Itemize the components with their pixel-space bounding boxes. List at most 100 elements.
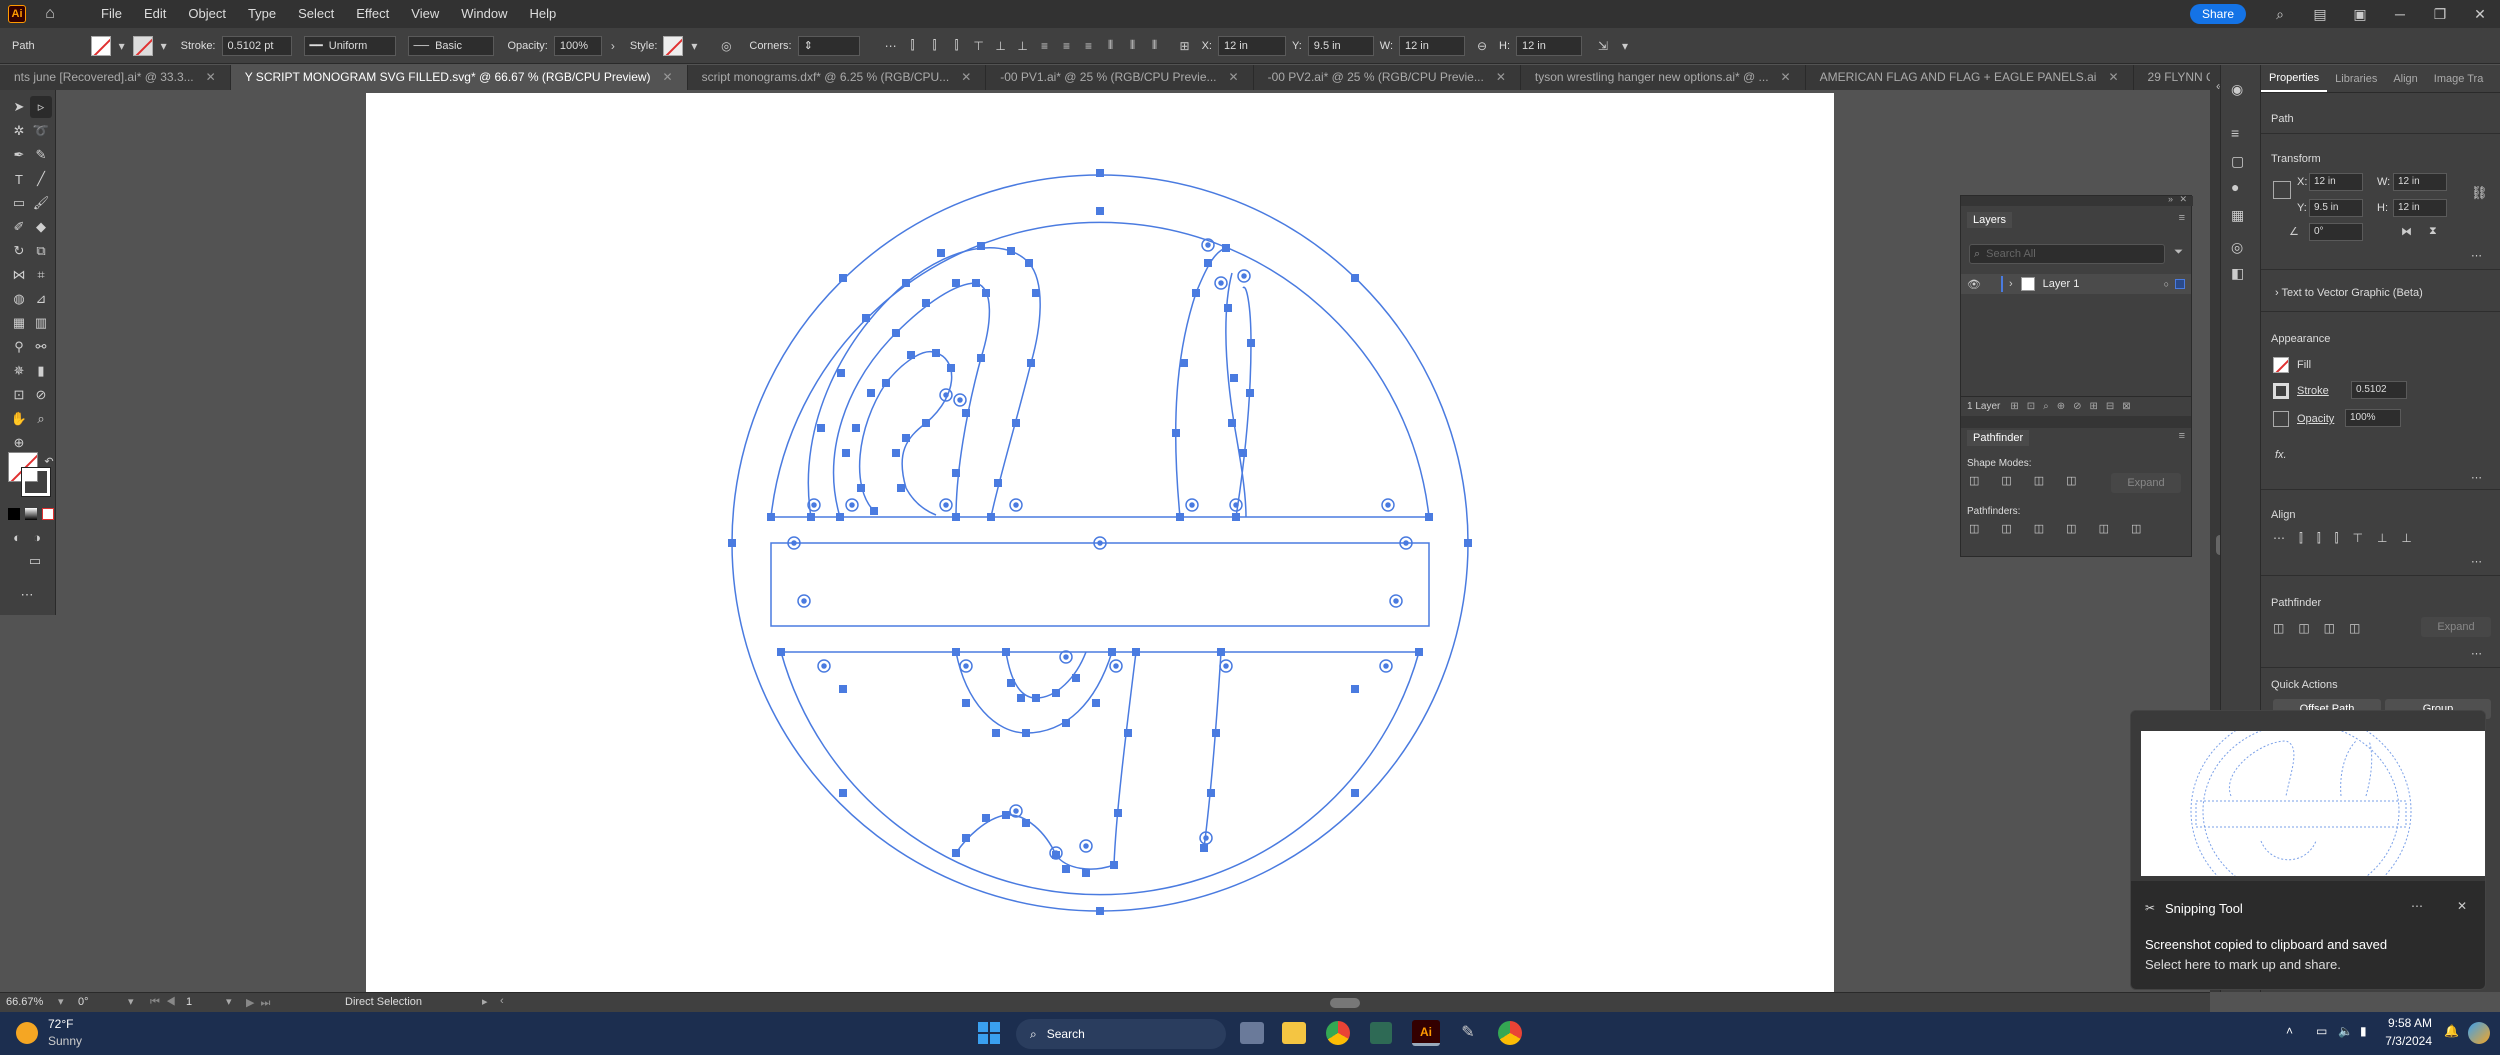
- tab-libraries[interactable]: Libraries: [2327, 73, 2385, 85]
- anchor-point[interactable]: [907, 351, 915, 359]
- line-tool-icon[interactable]: ╱: [30, 168, 52, 190]
- anchor-point[interactable]: [837, 369, 845, 377]
- anchor-point[interactable]: [962, 834, 970, 842]
- anchor-point[interactable]: [836, 513, 844, 521]
- screenshot-thumbnail[interactable]: [2131, 711, 2485, 881]
- chevron-down-icon[interactable]: ▾: [128, 995, 134, 1008]
- anchor-point[interactable]: [1228, 419, 1236, 427]
- color-mode-icon[interactable]: [8, 508, 20, 520]
- close-icon[interactable]: ✕: [2457, 899, 2467, 913]
- anchor-point[interactable]: [937, 249, 945, 257]
- calculator-icon[interactable]: [1370, 1022, 1392, 1044]
- appearance-icon[interactable]: ◎: [2231, 239, 2243, 256]
- eyedropper-tool-icon[interactable]: ⚲: [8, 336, 30, 358]
- search-icon[interactable]: ⌕: [2260, 6, 2300, 23]
- chevron-down-icon[interactable]: ▾: [683, 35, 705, 57]
- close-icon[interactable]: ✕: [2108, 65, 2118, 90]
- anchor-point[interactable]: [862, 314, 870, 322]
- width-tool-icon[interactable]: ⋈: [8, 264, 30, 286]
- x-input[interactable]: 12 in: [1217, 35, 1286, 56]
- tab-image-trace[interactable]: Image Tra: [2426, 73, 2492, 85]
- anchor-point[interactable]: [870, 507, 878, 515]
- draw-behind-icon[interactable]: ◑: [26, 526, 48, 548]
- anchor-point[interactable]: [882, 379, 890, 387]
- align-to-selection-icon[interactable]: ⋯: [880, 35, 902, 57]
- anchor-point[interactable]: [962, 699, 970, 707]
- anchor-point[interactable]: [892, 449, 900, 457]
- menu-type[interactable]: Type: [237, 0, 287, 28]
- tab-document-5[interactable]: -00 PV2.ai* @ 25 % (RGB/CPU Previe... ✕: [1254, 65, 1521, 90]
- anchor-point[interactable]: [1108, 648, 1116, 656]
- menu-view[interactable]: View: [400, 0, 450, 28]
- tab-align[interactable]: Align: [2385, 73, 2425, 85]
- rotate-view-angle[interactable]: 0°: [78, 996, 89, 1008]
- anchor-point[interactable]: [857, 484, 865, 492]
- slice-tool-icon[interactable]: ⊘: [30, 384, 52, 406]
- tab-document-4[interactable]: -00 PV1.ai* @ 25 % (RGB/CPU Previe... ✕: [986, 65, 1254, 90]
- tab-document-1[interactable]: nts june [Recovered].ai* @ 33.3... ✕: [0, 65, 231, 90]
- anchor-point[interactable]: [839, 685, 847, 693]
- scroll-left-icon[interactable]: ‹: [500, 995, 504, 1007]
- scale-tool-icon[interactable]: ⧉: [30, 240, 52, 262]
- corners-input[interactable]: ⇕: [797, 35, 860, 56]
- anchor-point[interactable]: [777, 648, 785, 656]
- layer-row[interactable]: 👁 › Layer 1 ○: [1961, 274, 2191, 294]
- clock-date[interactable]: 7/3/2024: [2372, 1034, 2432, 1048]
- weather-temp[interactable]: 72°F: [48, 1017, 73, 1031]
- tab-properties[interactable]: Properties: [2261, 66, 2328, 92]
- anchor-point[interactable]: [1096, 207, 1104, 215]
- align-left-icon[interactable]: ⫿: [902, 35, 924, 57]
- zoom-tool-icon[interactable]: ⊕: [8, 432, 30, 454]
- appearance-fill-swatch[interactable]: [2273, 357, 2289, 373]
- brush-definition-select[interactable]: ── Basic: [407, 35, 494, 56]
- menu-effect[interactable]: Effect: [345, 0, 400, 28]
- anchor-point[interactable]: [1032, 289, 1040, 297]
- swatches-icon[interactable]: ▦: [2231, 207, 2244, 224]
- anchor-point[interactable]: [1464, 539, 1472, 547]
- shape-mode-buttons[interactable]: ◫◫◫◫: [1969, 474, 2099, 487]
- anchor-point[interactable]: [1132, 648, 1140, 656]
- anchor-point[interactable]: [1172, 429, 1180, 437]
- anchor-point[interactable]: [1092, 699, 1100, 707]
- chevron-down-icon[interactable]: ▾: [58, 995, 64, 1008]
- anchor-point[interactable]: [1096, 907, 1104, 915]
- horizontal-scrollbar[interactable]: [1330, 998, 1360, 1008]
- distribute-top-icon[interactable]: ≡: [1034, 35, 1056, 57]
- artboard-navigation-forward[interactable]: ▶⏭: [246, 996, 276, 1010]
- distribute-middle-icon[interactable]: ≡: [1056, 35, 1078, 57]
- tab-document-8[interactable]: 29 FLYNN QUOTE.ai @ 16.67 % (RGB/CPU P..…: [2134, 65, 2210, 90]
- menu-object[interactable]: Object: [177, 0, 237, 28]
- chevron-up-icon[interactable]: ˄: [2286, 1024, 2293, 1038]
- anchor-point[interactable]: [1027, 359, 1035, 367]
- anchor-point[interactable]: [1022, 819, 1030, 827]
- recolor-artwork-icon[interactable]: ◎: [715, 35, 737, 57]
- tab-pathfinder[interactable]: Pathfinder: [1967, 430, 2030, 446]
- anchor-point[interactable]: [852, 424, 860, 432]
- stroke-weight-input[interactable]: 0.5102: [2351, 381, 2407, 399]
- panel-header-bar[interactable]: » ✕: [1961, 194, 2193, 206]
- screen-mode-icon[interactable]: ▭: [24, 550, 46, 572]
- chrome-profile-icon[interactable]: [1498, 1021, 1522, 1045]
- anchor-point[interactable]: [952, 849, 960, 857]
- close-icon[interactable]: ✕: [663, 65, 673, 90]
- anchor-point[interactable]: [1351, 789, 1359, 797]
- paintbrush-tool-icon[interactable]: 🖌: [30, 192, 52, 214]
- anchor-point[interactable]: [892, 329, 900, 337]
- collapse-icon[interactable]: »: [2168, 194, 2173, 204]
- anchor-point[interactable]: [1007, 679, 1015, 687]
- anchor-point[interactable]: [952, 279, 960, 287]
- reference-point-icon[interactable]: ⊞: [1174, 35, 1196, 57]
- libraries-icon[interactable]: ◉: [2231, 81, 2243, 98]
- align-top-icon[interactable]: ⊤: [968, 35, 990, 57]
- chevron-down-icon[interactable]: ▾: [1614, 35, 1636, 57]
- stroke-swatch[interactable]: [132, 35, 153, 56]
- symbol-sprayer-tool-icon[interactable]: ✵: [8, 360, 30, 382]
- windows-start-icon[interactable]: [978, 1022, 1000, 1044]
- layers-icon[interactable]: ◧: [2231, 265, 2244, 282]
- flip-vertical-icon[interactable]: ⧗: [2429, 225, 2437, 238]
- layer-actions[interactable]: ⊞⊡⌕⊕⊘⊞⊟⊠: [2010, 401, 2138, 412]
- anchor-point[interactable]: [1351, 274, 1359, 282]
- distribute-left-icon[interactable]: ⦀: [1100, 35, 1122, 57]
- anchor-point[interactable]: [897, 484, 905, 492]
- tab-document-7[interactable]: AMERICAN FLAG AND FLAG + EAGLE PANELS.ai…: [1806, 65, 2134, 90]
